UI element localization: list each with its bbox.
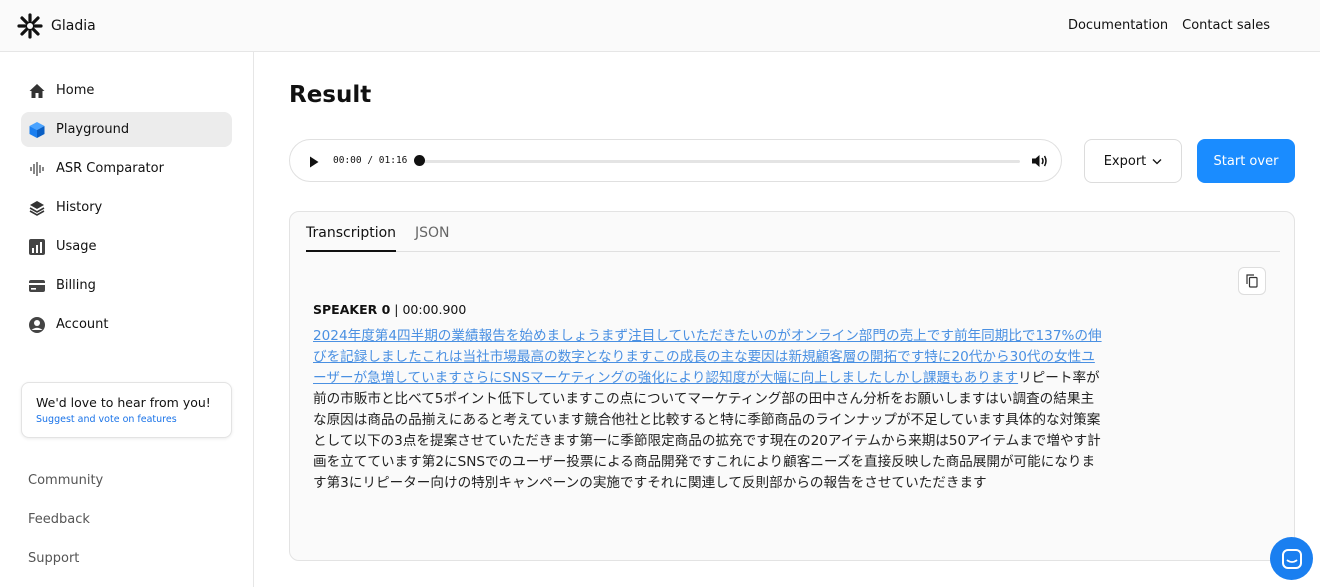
waveform-icon [28,160,46,178]
sidebar-item-label: Playground [56,122,130,137]
active-tab-indicator [306,250,396,252]
sidebar-item-playground[interactable]: Playground [21,112,232,147]
result-card: Transcription JSON SPEAKER 0 | 00:00.900… [289,211,1295,561]
feedback-title: We'd love to hear from you! [36,395,211,410]
documentation-link[interactable]: Documentation [1068,18,1168,33]
suggest-features-link[interactable]: Suggest and vote on features [36,414,217,425]
gladia-logo-icon [17,13,43,39]
copy-icon [1246,274,1258,288]
tab-transcription[interactable]: Transcription [306,225,396,241]
player-time: 00:00 / 01:16 [333,155,408,166]
transcript-segment[interactable]: リピート率が前の市販市と比べて5ポイント低下していますこの点についてマーケティン… [313,370,1101,491]
speaker-name: SPEAKER 0 [313,302,391,317]
top-header: Gladia Documentation Contact sales [0,0,1320,52]
sidebar-item-history[interactable]: History [21,190,232,225]
sidebar-item-label: Billing [56,278,96,293]
cube-icon [28,121,46,139]
sidebar-item-usage[interactable]: Usage [21,229,232,264]
transcript-text: 2024年度第4四半期の業績報告を始めましょうまず注目していただきたいのがオンラ… [313,326,1103,494]
layers-icon [28,199,46,217]
duration: 01:16 [378,155,408,166]
home-icon [28,82,46,100]
speaker-header: SPEAKER 0 | 00:00.900 [313,302,467,317]
feedback-card: We'd love to hear from you! Suggest and … [21,382,232,438]
speaker-timestamp: 00:00.900 [402,302,467,317]
progress-track[interactable] [420,160,1020,163]
user-circle-icon [28,316,46,334]
chat-icon [1281,548,1302,569]
sidebar-item-label: Usage [56,239,97,254]
volume-icon[interactable] [1031,153,1049,169]
audio-player: 00:00 / 01:16 [289,139,1062,182]
sidebar-item-asr-comparator[interactable]: ASR Comparator [21,151,232,186]
active-transcript-segment[interactable]: 2024年度第4四半期の業績報告を始めましょうまず注目していただきたいのがオンラ… [313,328,1102,386]
community-link[interactable]: Community [28,473,103,488]
sidebar-item-account[interactable]: Account [21,307,232,342]
contact-sales-link[interactable]: Contact sales [1182,18,1270,33]
sidebar-item-label: Home [56,83,95,98]
sidebar-item-label: History [56,200,103,215]
sidebar-item-home[interactable]: Home [21,73,232,108]
result-tabs: Transcription JSON [306,212,1280,252]
chevron-down-icon [1152,158,1162,164]
tab-json[interactable]: JSON [415,225,450,241]
sidebar: Home Playground ASR Comparator History U… [0,52,254,587]
bar-chart-icon [28,238,46,256]
progress-thumb[interactable] [414,155,425,166]
sidebar-item-label: Account [56,317,109,332]
feedback-link[interactable]: Feedback [28,512,90,527]
brand-logo[interactable]: Gladia [17,13,96,39]
play-icon[interactable] [308,154,320,168]
copy-button[interactable] [1238,267,1266,295]
start-over-button[interactable]: Start over [1197,139,1295,183]
sidebar-item-billing[interactable]: Billing [21,268,232,303]
current-time: 00:00 [333,155,362,166]
chat-support-button[interactable] [1270,537,1313,580]
support-link[interactable]: Support [28,551,79,566]
page-title: Result [289,82,372,108]
credit-card-icon [28,277,46,295]
export-button[interactable]: Export [1084,139,1182,183]
brand-name: Gladia [51,18,96,34]
export-label: Export [1103,153,1147,169]
sidebar-item-label: ASR Comparator [56,161,164,176]
